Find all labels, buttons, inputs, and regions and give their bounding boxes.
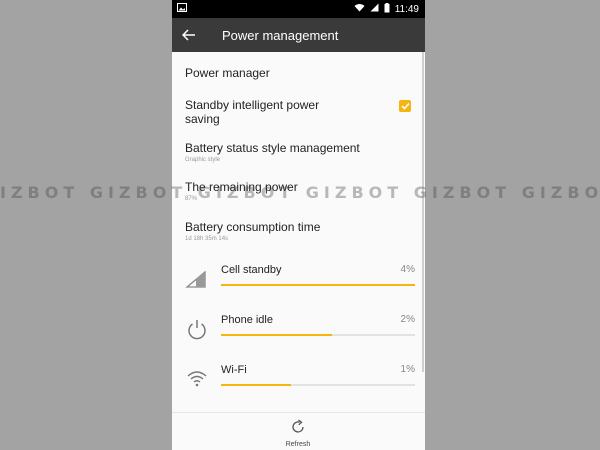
cell-signal-icon (185, 266, 209, 290)
battery-style-item[interactable]: Battery status style management Graphic … (185, 141, 415, 163)
remaining-power-label: The remaining power (185, 180, 298, 194)
standby-label-line1: Standby intelligent power (185, 98, 320, 112)
power-manager-item[interactable]: Power manager (185, 66, 415, 80)
usage-item-cell-standby[interactable]: Cell standby 4% (185, 264, 415, 304)
usage-name: Cell standby (221, 264, 282, 276)
consumption-time-label: Battery consumption time (185, 220, 321, 234)
usage-percent: 1% (400, 364, 415, 375)
standby-checkbox[interactable] (399, 100, 411, 112)
standby-label-line2: saving (185, 112, 220, 126)
refresh-label: Refresh (285, 441, 311, 448)
page-title: Power management (222, 27, 339, 43)
bottom-bar: Refresh (172, 412, 425, 450)
usage-bar-fill (221, 284, 415, 286)
phone-screen: 11:49 Power management Power manager Sta… (172, 0, 425, 450)
back-arrow-icon (182, 29, 195, 41)
app-header: Power management (172, 18, 425, 52)
wifi-status-icon (354, 3, 365, 15)
usage-percent: 4% (400, 264, 415, 275)
usage-bar-track (221, 384, 415, 386)
settings-list: Power manager Standby intelligent power … (172, 52, 425, 412)
usage-name: Phone idle (221, 314, 273, 326)
usage-bar-fill (221, 334, 332, 336)
battery-style-label: Battery status style management (185, 141, 360, 155)
remaining-power-item[interactable]: The remaining power 87% (185, 180, 415, 202)
check-icon (400, 102, 410, 110)
usage-bar-track (221, 284, 415, 286)
power-manager-label: Power manager (185, 66, 270, 80)
status-time: 11:49 (394, 3, 419, 15)
gallery-notification-icon (177, 3, 187, 15)
status-bar: 11:49 (172, 0, 425, 18)
consumption-time-value: 1d 18h 35m 14s (185, 236, 229, 242)
refresh-icon (292, 419, 304, 433)
usage-item-phone-idle[interactable]: Phone idle 2% (185, 314, 415, 354)
battery-status-icon (384, 2, 390, 16)
refresh-button[interactable]: Refresh (278, 415, 318, 449)
back-button[interactable] (174, 18, 204, 52)
usage-bar-fill (221, 384, 291, 386)
signal-status-icon (370, 3, 379, 15)
usage-item-wifi[interactable]: Wi-Fi 1% (185, 364, 415, 404)
remaining-power-value: 87% (185, 196, 198, 202)
scrollbar[interactable] (422, 52, 424, 372)
usage-percent: 2% (400, 314, 415, 325)
usage-name: Wi-Fi (221, 364, 247, 376)
wifi-icon (185, 366, 209, 390)
usage-bar-track (221, 334, 415, 336)
power-icon (185, 316, 209, 340)
battery-style-value: Graphic style (185, 157, 221, 163)
standby-power-saving-item[interactable]: Standby intelligent power saving (185, 98, 415, 126)
consumption-time-item[interactable]: Battery consumption time 1d 18h 35m 14s (185, 220, 415, 242)
